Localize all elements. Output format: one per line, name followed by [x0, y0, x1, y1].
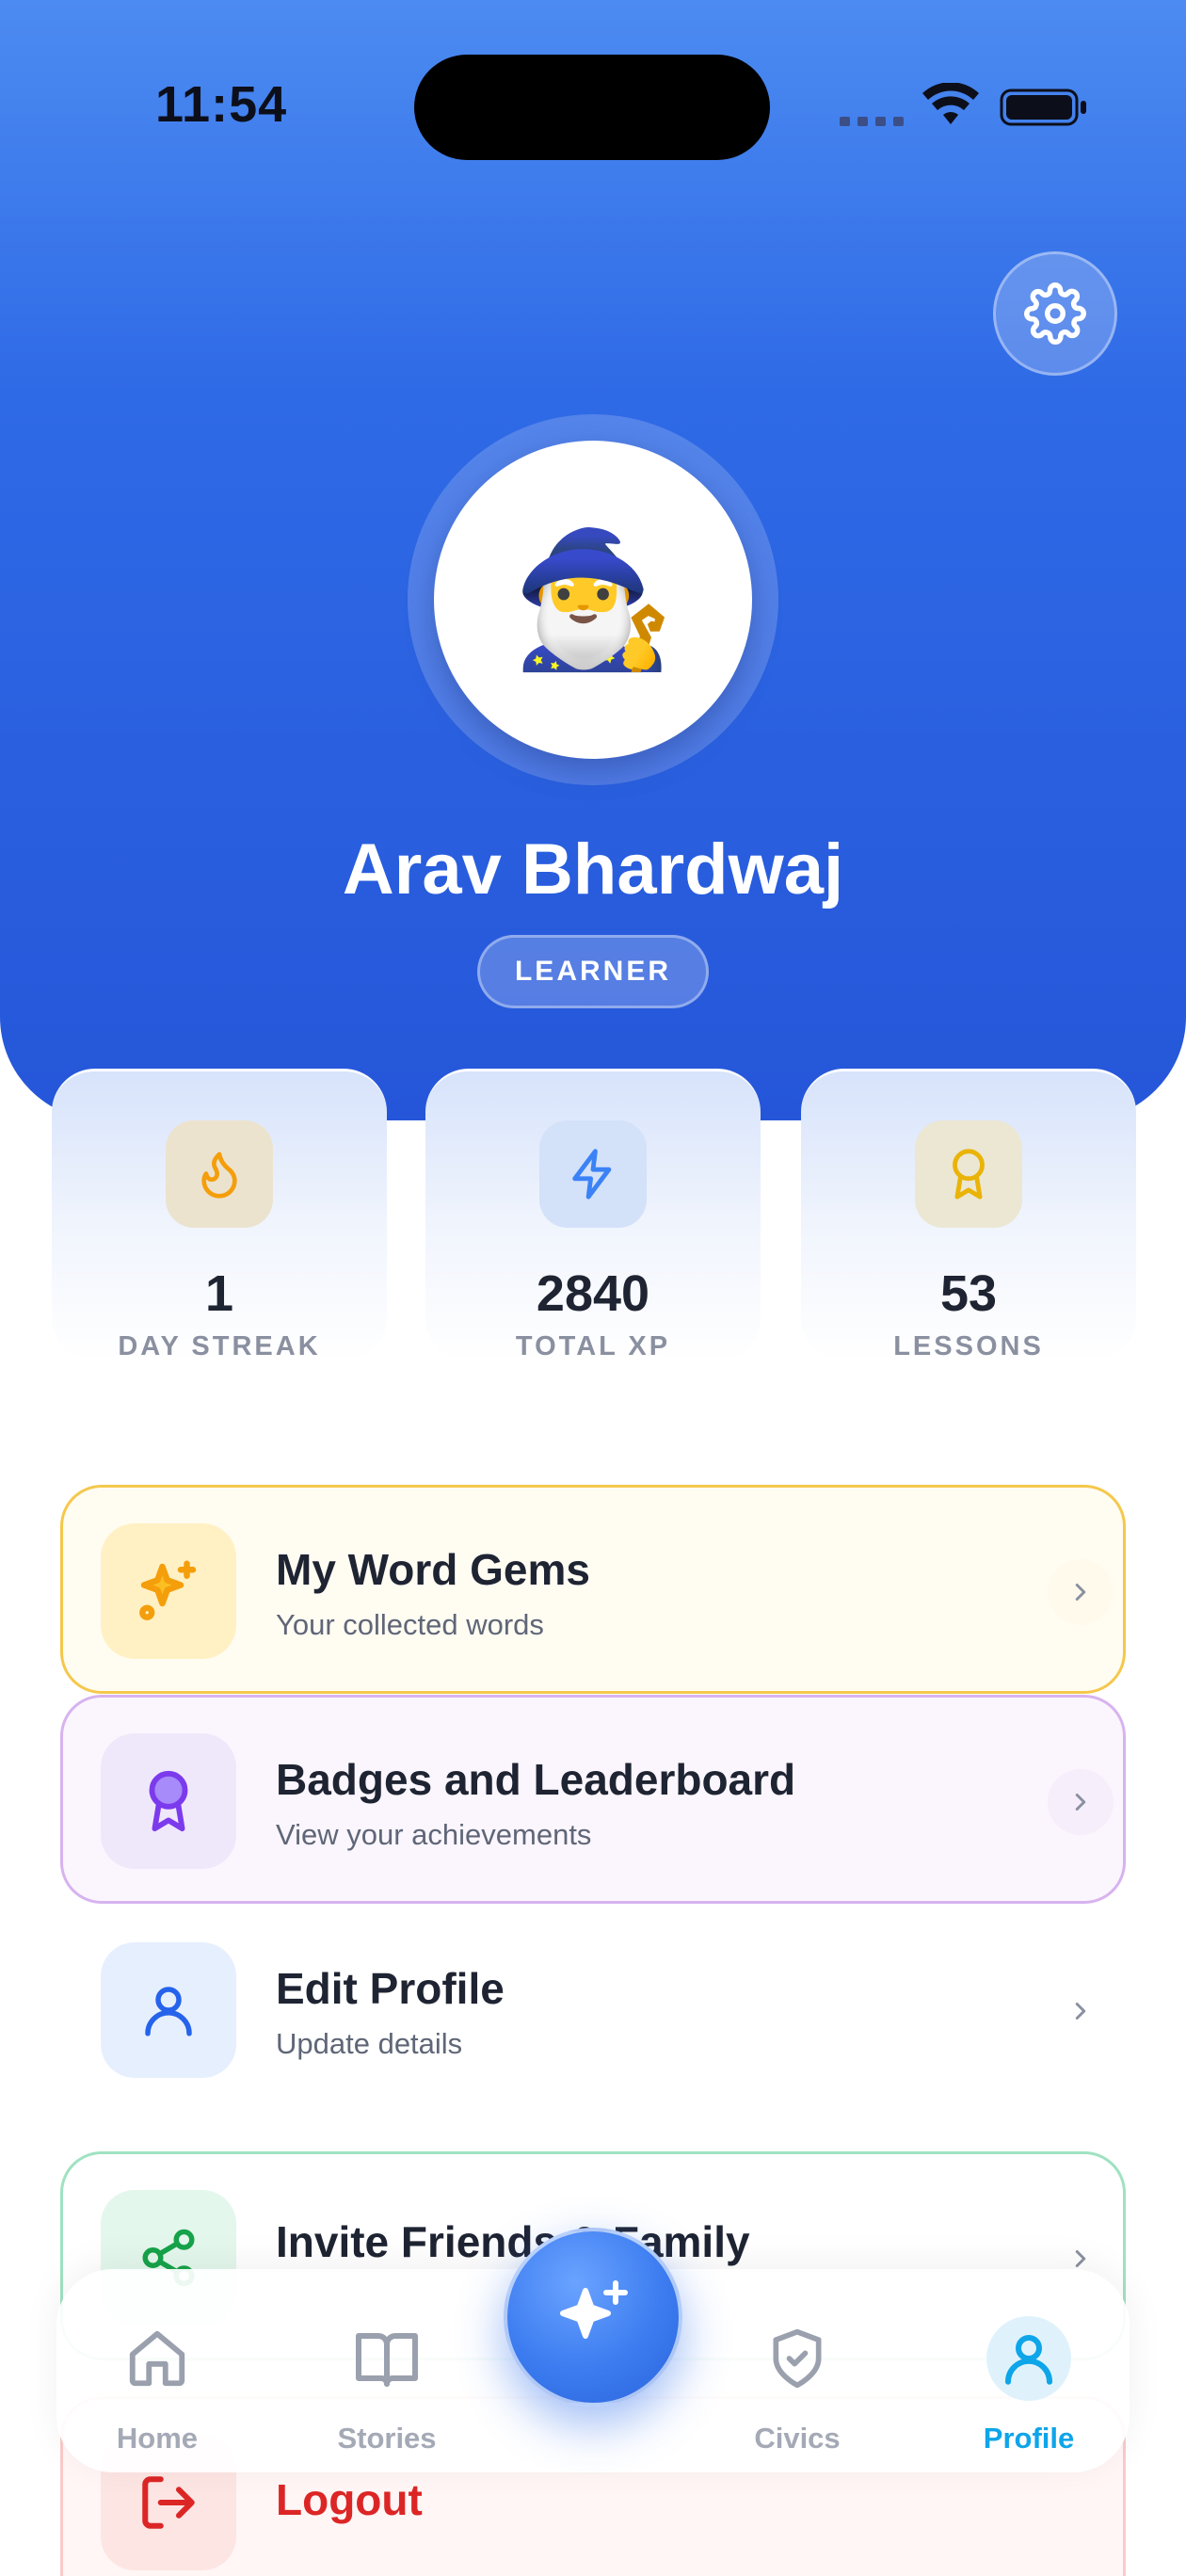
cellular-signal-icon: [840, 115, 906, 126]
stat-card-lessons: 53 LESSONS: [801, 1069, 1136, 1361]
menu-title: Invite Friends & Family: [276, 2217, 750, 2266]
role-badge: LEARNER: [477, 935, 709, 1008]
menu-title: Badges and Leaderboard: [276, 1755, 796, 1804]
sparkles-icon: [139, 1560, 197, 1620]
stat-icon-wrap: [539, 1120, 647, 1228]
stat-card-xp: 2840 TOTAL XP: [425, 1069, 761, 1361]
menu-title: Edit Profile: [276, 1964, 505, 2013]
gear-icon: [1024, 282, 1086, 345]
user-name: Arav Bhardwaj: [342, 829, 844, 910]
tab-label: Civics: [754, 2422, 841, 2455]
stat-label: LESSONS: [893, 1331, 1044, 1361]
menu-subtitle: View your achievements: [276, 1818, 592, 1851]
menu-subtitle: Your collected words: [276, 1608, 544, 1641]
badge-icon: [149, 1770, 188, 1832]
stat-icon-wrap: [166, 1120, 273, 1228]
avatar[interactable]: 🧙‍♂️: [434, 441, 752, 759]
avatar-ring: 🧙‍♂️: [408, 414, 778, 785]
stat-value: 53: [939, 1265, 998, 1322]
chevron-right-icon: [1048, 1769, 1114, 1835]
menu-subtitle: Update details: [276, 2027, 463, 2060]
menu-title: Logout: [276, 2475, 423, 2524]
tab-label: Profile: [983, 2422, 1075, 2455]
tab-label: Home: [116, 2422, 199, 2455]
stat-value: 2840: [536, 1265, 650, 1322]
stat-label: DAY STREAK: [118, 1331, 321, 1361]
logout-icon: [142, 2476, 195, 2529]
chevron-right-icon: [1048, 1978, 1114, 2044]
tab-civics[interactable]: Civics: [703, 2316, 891, 2457]
stat-label: TOTAL XP: [515, 1331, 671, 1361]
book-icon: [345, 2316, 429, 2401]
award-icon: [953, 1149, 985, 1199]
wifi-icon: [922, 83, 979, 124]
menu-title: My Word Gems: [276, 1545, 590, 1594]
dynamic-island: [414, 55, 770, 160]
tab-stories[interactable]: Stories: [293, 2316, 481, 2457]
menu-item-edit-profile[interactable]: Edit Profile Update details: [60, 1904, 1126, 2113]
user-icon: [145, 1987, 192, 2037]
tab-profile[interactable]: Profile: [935, 2316, 1123, 2457]
stat-icon-wrap: [915, 1120, 1022, 1228]
tab-home[interactable]: Home: [63, 2316, 251, 2457]
lightning-icon: [572, 1149, 612, 1199]
home-icon: [115, 2316, 200, 2401]
settings-button[interactable]: [993, 251, 1117, 376]
menu-item-word-gems[interactable]: My Word Gems Your collected words: [60, 1485, 1126, 1694]
chevron-right-icon: [1048, 1559, 1114, 1625]
menu-icon-wrap: [101, 1942, 236, 2078]
menu-icon-wrap: [101, 1733, 236, 1869]
stat-value: 1: [204, 1265, 234, 1322]
sparkle-action-button[interactable]: [504, 2228, 682, 2407]
sparkle-plus-icon: [560, 2280, 628, 2339]
status-time: 11:54: [155, 76, 288, 133]
menu-icon-wrap: [101, 1523, 236, 1659]
menu-item-badges[interactable]: Badges and Leaderboard View your achieve…: [60, 1695, 1126, 1904]
shield-check-icon: [755, 2316, 840, 2401]
wizard-avatar-icon: 🧙‍♂️: [510, 525, 676, 673]
flame-icon: [201, 1151, 237, 1199]
profile-icon: [986, 2316, 1071, 2401]
stat-card-streak: 1 DAY STREAK: [52, 1069, 387, 1361]
battery-icon: [1000, 89, 1086, 126]
tab-label: Stories: [337, 2422, 437, 2455]
